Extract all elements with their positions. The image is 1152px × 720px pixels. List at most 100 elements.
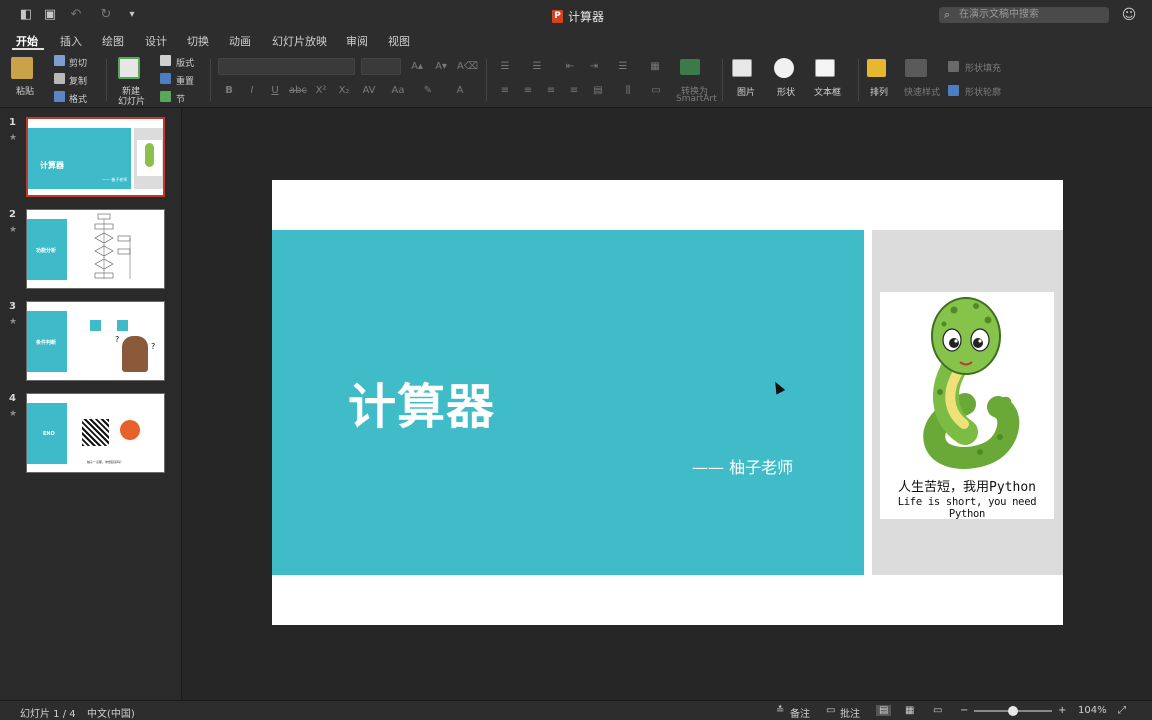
comments-button[interactable]: 批注: [840, 705, 860, 720]
font-size-select[interactable]: [361, 58, 401, 75]
subscript-icon[interactable]: X₂: [334, 83, 354, 98]
zoom-in-icon[interactable]: +: [1058, 705, 1066, 716]
picture-label: 图片: [737, 88, 756, 98]
zoom-level[interactable]: 104%: [1078, 705, 1107, 716]
slide-thumbnail-2[interactable]: 功能分析: [26, 209, 165, 289]
align-text-icon[interactable]: ▭: [646, 83, 666, 98]
sidebar-toggle-icon[interactable]: ◧: [18, 7, 34, 23]
highlight-icon[interactable]: ✎: [418, 83, 438, 98]
quick-styles-icon[interactable]: [905, 59, 927, 77]
ribbon-toolbar: 粘贴 剪切 复制 格式 新建 幻灯片 版式 重置 节 A▴ A▾ A⌫ B I …: [0, 51, 1152, 108]
copy-label[interactable]: 复制: [69, 74, 87, 87]
clear-format-icon[interactable]: A⌫: [457, 59, 478, 74]
snake-illustration: [923, 297, 1020, 469]
columns-icon[interactable]: ▦: [645, 59, 665, 74]
notes-icon[interactable]: ≛: [776, 705, 784, 716]
slide-thumbnail-3[interactable]: 条件判断 ? ?: [26, 301, 165, 381]
tab-insert[interactable]: 插入: [60, 33, 82, 51]
increase-indent-icon[interactable]: ⇥: [584, 59, 604, 74]
thumb-cube-right: [117, 320, 128, 331]
language-indicator[interactable]: 中文(中国): [87, 705, 135, 720]
tab-animations[interactable]: 动画: [229, 33, 251, 51]
character-spacing-icon[interactable]: AV: [359, 83, 379, 98]
bold-icon[interactable]: B: [219, 83, 239, 98]
font-color-icon[interactable]: A: [450, 83, 470, 98]
layout-icon[interactable]: [160, 55, 171, 66]
python-snake-image[interactable]: 人生苦短，我用Python Life is short, you need Py…: [880, 292, 1054, 520]
textbox-icon[interactable]: [815, 59, 835, 77]
italic-icon[interactable]: I: [242, 83, 262, 98]
tab-slideshow[interactable]: 幻灯片放映: [272, 33, 327, 51]
current-slide[interactable]: 计算器 —— 柚子老师 人生苦短，我用Python Life is short,…: [272, 180, 1063, 625]
decrease-font-icon[interactable]: A▾: [431, 59, 451, 74]
shape-outline-icon[interactable]: [948, 85, 959, 96]
section-label[interactable]: 节: [176, 92, 185, 105]
snake-caption-chinese: 人生苦短，我用Python: [898, 480, 1036, 495]
distributed-icon[interactable]: ▤: [588, 83, 608, 98]
customize-toolbar-icon[interactable]: ▾: [124, 7, 140, 23]
change-case-icon[interactable]: Aa: [388, 83, 408, 98]
reset-icon[interactable]: [160, 73, 171, 84]
tab-design[interactable]: 设计: [145, 33, 167, 51]
shape-icon[interactable]: [774, 58, 794, 78]
search-input[interactable]: ⌕ 在演示文稿中搜索: [939, 7, 1109, 23]
redo-icon[interactable]: ↻: [98, 7, 114, 23]
font-family-select[interactable]: [218, 58, 355, 75]
presenter-view-icon[interactable]: ▭: [933, 705, 942, 716]
zoom-out-icon[interactable]: −: [960, 705, 968, 716]
notes-button[interactable]: 备注: [790, 705, 810, 720]
shape-fill-icon[interactable]: [948, 61, 959, 72]
image-background-block[interactable]: 人生苦短，我用Python Life is short, you need Py…: [872, 230, 1063, 575]
feedback-smiley-icon[interactable]: ☺: [1121, 7, 1137, 23]
thumb-title: 功能分析: [36, 248, 57, 254]
slide-thumbnail-1[interactable]: 计算器 —— 柚子老师: [26, 117, 165, 197]
zoom-slider-thumb[interactable]: [1008, 706, 1018, 716]
slide-thumbnail-4[interactable]: END 柚子一点都，你想起来吗？: [26, 393, 165, 473]
fit-to-window-icon[interactable]: ⤢: [1118, 705, 1126, 716]
cut-label[interactable]: 剪切: [69, 56, 87, 69]
format-label[interactable]: 格式: [69, 92, 87, 105]
tab-review[interactable]: 审阅: [346, 33, 368, 51]
copy-icon[interactable]: [54, 73, 65, 84]
slide-title[interactable]: 计算器: [348, 367, 495, 437]
save-icon[interactable]: ▣: [42, 7, 58, 23]
decrease-indent-icon[interactable]: ⇤: [560, 59, 580, 74]
tab-draw[interactable]: 绘图: [102, 33, 124, 51]
shape-outline-label[interactable]: 形状轮廓: [965, 85, 1001, 98]
text-direction-icon[interactable]: ⫼: [618, 83, 638, 98]
tab-view[interactable]: 视图: [388, 33, 410, 51]
align-center-icon[interactable]: ≡: [518, 83, 538, 98]
section-icon[interactable]: [160, 91, 171, 102]
cut-icon[interactable]: [54, 55, 65, 66]
thumb-flowchart: [94, 213, 131, 279]
align-right-icon[interactable]: ≡: [541, 83, 561, 98]
normal-view-icon[interactable]: ▤: [876, 705, 892, 716]
undo-icon[interactable]: ↶: [68, 7, 84, 23]
slide-author[interactable]: —— 柚子老师: [692, 454, 793, 478]
powerpoint-file-icon: P: [552, 9, 563, 23]
line-spacing-icon[interactable]: ☰: [613, 59, 633, 74]
paste-icon[interactable]: [11, 57, 33, 79]
align-left-icon[interactable]: ≡: [495, 83, 515, 98]
arrange-icon[interactable]: [867, 59, 886, 77]
document-title: 计算器: [568, 9, 605, 24]
tab-transitions[interactable]: 切换: [187, 33, 209, 51]
comments-icon[interactable]: ▭: [826, 705, 835, 716]
smartart-icon[interactable]: [680, 59, 700, 75]
justify-icon[interactable]: ≡: [564, 83, 584, 98]
shape-fill-label[interactable]: 形状填充: [965, 61, 1001, 74]
strikethrough-icon[interactable]: abc: [288, 83, 308, 98]
increase-font-icon[interactable]: A▴: [407, 59, 427, 74]
reset-label[interactable]: 重置: [176, 74, 194, 87]
slide-sorter-icon[interactable]: ▦: [905, 705, 914, 716]
picture-icon[interactable]: [732, 59, 752, 77]
numbering-icon[interactable]: ☰: [527, 59, 547, 74]
star-icon: ★: [9, 133, 18, 143]
superscript-icon[interactable]: X²: [311, 83, 331, 98]
underline-icon[interactable]: U: [265, 83, 285, 98]
layout-label[interactable]: 版式: [176, 56, 194, 69]
format-painter-icon[interactable]: [54, 91, 65, 102]
slide-editing-canvas[interactable]: 计算器 —— 柚子老师 人生苦短，我用Python Life is short,…: [183, 108, 1152, 700]
new-slide-icon[interactable]: [118, 57, 140, 79]
bullets-icon[interactable]: ☰: [495, 59, 515, 74]
